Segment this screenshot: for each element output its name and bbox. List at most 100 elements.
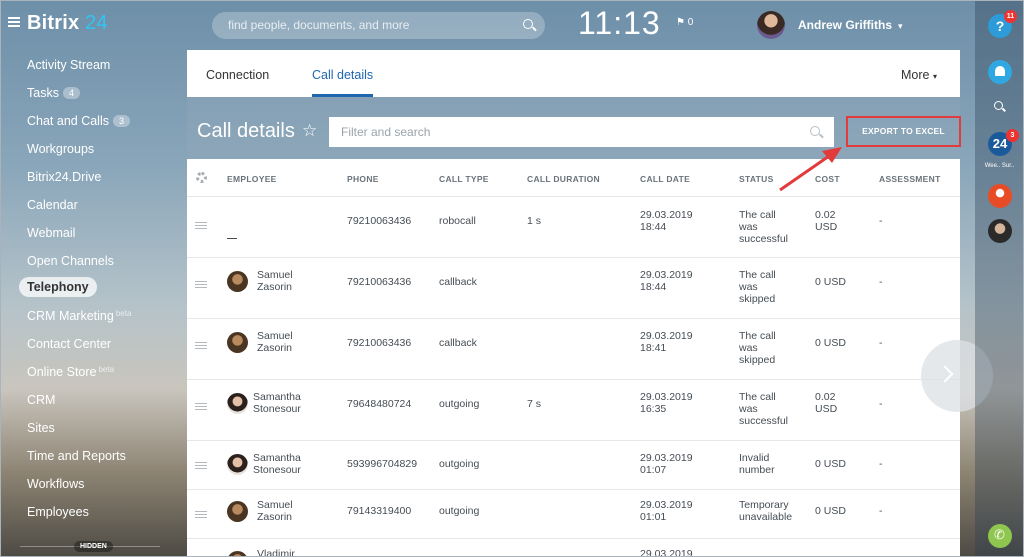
search-icon[interactable]	[523, 19, 533, 29]
drag-handle-icon[interactable]	[195, 511, 207, 518]
menu-item-calendar[interactable]: Calendar	[27, 198, 78, 212]
drag-handle-icon[interactable]	[195, 403, 207, 410]
cell-phone: 79210063436	[347, 215, 412, 227]
user-menu[interactable]: Andrew Griffiths ▾	[798, 18, 903, 32]
cell-cost: 0.02 USD	[815, 391, 838, 415]
menu-item-webmail[interactable]: Webmail	[27, 226, 75, 240]
flag-counter[interactable]: ⚑ 0	[676, 17, 693, 28]
logo[interactable]: Bitrix 24	[27, 12, 108, 35]
menu-item-contact-center[interactable]: Contact Center	[27, 337, 111, 351]
menu-item-crm[interactable]: CRM	[27, 393, 55, 407]
table-row[interactable]: Samantha Stonesour 79648480724 outgoing 7…	[187, 381, 960, 441]
top-bar: Bitrix 24 find people, documents, and mo…	[0, 0, 975, 50]
beta-label: beta	[98, 365, 115, 374]
cell-employee[interactable]: Samuel Zasorin	[257, 499, 293, 523]
hidden-items-toggle[interactable]: HIDDEN	[74, 541, 113, 552]
cell-call-type: callback	[439, 276, 477, 288]
global-search-input[interactable]: find people, documents, and more	[212, 12, 545, 39]
table-row[interactable]: Samuel Zasorin 79143319400 outgoing 29.03…	[187, 491, 960, 539]
menu-item-employees[interactable]: Employees	[27, 505, 89, 519]
counter-badge: 4	[62, 87, 80, 99]
employee-avatar[interactable]	[227, 332, 248, 353]
menu-item-drive[interactable]: Bitrix24.Drive	[27, 170, 101, 184]
cell-employee[interactable]: Samuel Zasorin	[257, 330, 293, 354]
cell-call-type: outgoing	[439, 398, 480, 410]
cell-date: 29.03.2019 18:44	[640, 269, 693, 293]
user-avatar[interactable]	[757, 11, 785, 39]
cell-date: 29.03.2019	[640, 548, 693, 557]
column-header-phone[interactable]: PHONE	[347, 174, 379, 184]
cell-date: 29.03.2019 01:01	[640, 499, 693, 523]
menu-item-time-and-reports[interactable]: Time and Reports	[27, 449, 126, 463]
column-header-call-type[interactable]: CALL TYPE	[439, 174, 489, 184]
cell-assessment: -	[879, 505, 883, 517]
contact-avatar[interactable]	[988, 219, 1012, 243]
cell-status: The call was skipped	[739, 330, 776, 366]
menu-item-online-store[interactable]: Online Store beta	[27, 365, 114, 379]
cell-employee[interactable]: Samantha Stonesour	[253, 391, 301, 415]
beta-label: beta	[115, 309, 132, 318]
cell-cost: 0 USD	[815, 458, 846, 470]
menu-item-open-channels[interactable]: Open Channels	[27, 254, 114, 268]
filter-search-input[interactable]: Filter and search	[329, 117, 834, 147]
export-to-excel-button[interactable]: EXPORT TO EXCEL	[846, 116, 961, 147]
employee-avatar[interactable]	[227, 501, 248, 522]
cell-status: The call was skipped	[739, 269, 776, 305]
employee-avatar[interactable]	[227, 393, 248, 414]
cell-call-type: outgoing	[439, 458, 480, 470]
menu-item-workflows[interactable]: Workflows	[27, 477, 84, 491]
table-row[interactable]: Samuel Zasorin 79210063436 callback 29.03…	[187, 320, 960, 380]
employee-avatar[interactable]	[227, 454, 248, 475]
employee-avatar[interactable]	[227, 271, 248, 292]
column-header-cost[interactable]: COST	[815, 174, 840, 184]
gear-icon[interactable]	[196, 172, 207, 183]
search-icon[interactable]	[994, 101, 1003, 110]
column-header-status[interactable]: STATUS	[739, 174, 774, 184]
search-icon[interactable]	[810, 126, 820, 136]
cell-assessment: -	[879, 337, 883, 349]
cell-status: The call was successful	[739, 391, 789, 427]
drag-handle-icon[interactable]	[195, 222, 207, 229]
cell-employee[interactable]: Samantha Stonesour	[253, 452, 301, 476]
menu-item-workgroups[interactable]: Workgroups	[27, 142, 94, 156]
bell-icon[interactable]	[988, 60, 1012, 84]
menu-item-tasks[interactable]: Tasks 4	[27, 86, 80, 100]
menu-item-chat-and-calls[interactable]: Chat and Calls 3	[27, 114, 131, 128]
cell-employee[interactable]: Vladimir	[257, 548, 295, 557]
cell-call-type: callback	[439, 337, 477, 349]
menu-item-crm-marketing[interactable]: CRM Marketing beta	[27, 309, 131, 323]
contact-avatar[interactable]	[988, 184, 1012, 208]
help-badge: 11	[1004, 10, 1017, 23]
table-row[interactable]: 79210063436 robocall 1 s 29.03.2019 18:44…	[187, 198, 960, 258]
drag-handle-icon[interactable]	[195, 342, 207, 349]
table-row[interactable]: Samantha Stonesour 593996704829 outgoing …	[187, 442, 960, 490]
cell-employee[interactable]: Samuel Zasorin	[257, 269, 293, 293]
menu-burger-icon[interactable]	[8, 17, 20, 27]
chevron-down-icon: ▾	[932, 72, 937, 81]
phone-icon[interactable]	[988, 524, 1012, 548]
menu-item-activity-stream[interactable]: Activity Stream	[27, 58, 110, 72]
cell-cost: 0 USD	[815, 337, 846, 349]
clock[interactable]: 11:13	[578, 5, 661, 42]
column-header-call-date[interactable]: CALL DATE	[640, 174, 690, 184]
star-icon[interactable]: ☆	[302, 121, 317, 141]
drag-handle-icon[interactable]	[195, 462, 207, 469]
employee-avatar[interactable]	[227, 551, 248, 557]
table-row[interactable]: Vladimir 29.03.2019	[187, 540, 960, 557]
column-header-assessment[interactable]: ASSESSMENT	[879, 174, 941, 184]
column-header-employee[interactable]: EMPLOYEE	[227, 174, 277, 184]
column-header-call-duration[interactable]: CALL DURATION	[527, 174, 600, 184]
cell-status: Invalid number	[739, 452, 775, 476]
menu-item-sites[interactable]: Sites	[27, 421, 55, 435]
cell-phone: 593996704829	[347, 458, 418, 470]
menu-item-telephony[interactable]: Telephony	[19, 277, 97, 297]
counter-badge: 3	[113, 115, 131, 127]
tab-call-details[interactable]: Call details	[312, 68, 373, 82]
more-menu[interactable]: More ▾	[901, 68, 937, 82]
network-badge: 3	[1006, 129, 1019, 142]
cell-cost: 0 USD	[815, 276, 846, 288]
table-row[interactable]: Samuel Zasorin 79210063436 callback 29.03…	[187, 259, 960, 319]
drag-handle-icon[interactable]	[195, 281, 207, 288]
cell-duration: 1 s	[527, 215, 542, 227]
tab-connection[interactable]: Connection	[206, 68, 269, 82]
